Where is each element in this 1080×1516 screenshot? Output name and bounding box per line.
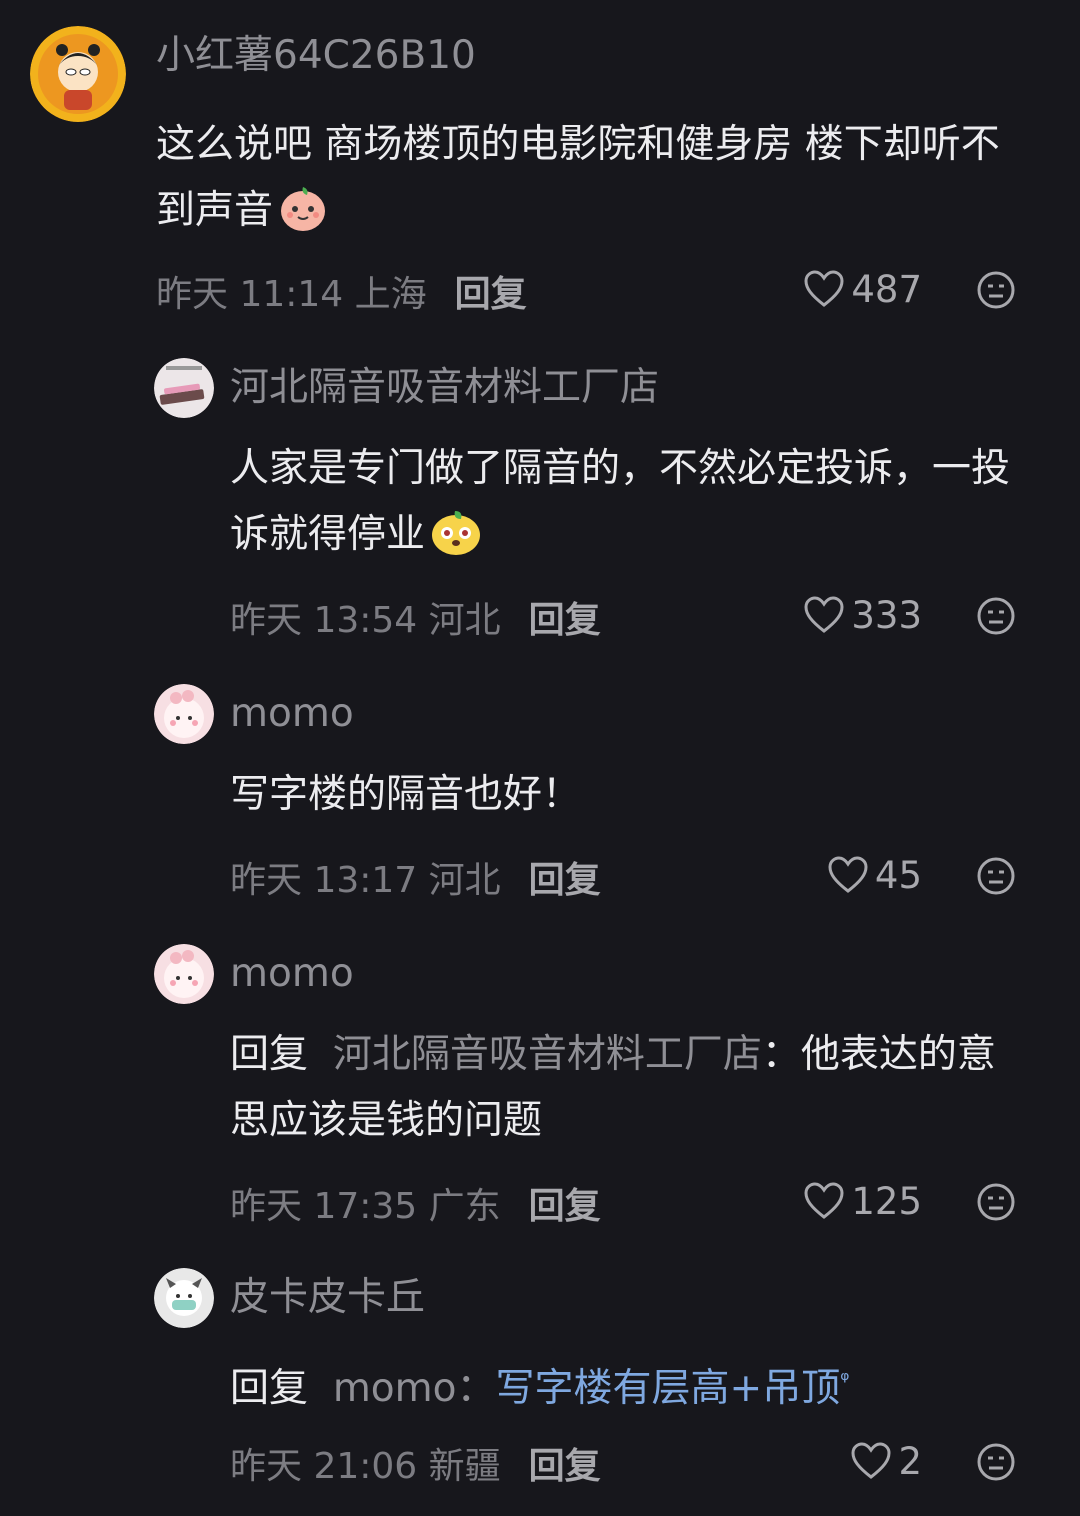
reply-button[interactable]: 回复 [529, 851, 601, 903]
search-magnifier-icon[interactable]: ᵠ [840, 1368, 849, 1393]
username[interactable]: momo [230, 950, 354, 998]
heart-outline-icon [804, 1182, 844, 1219]
comment-location: 河北 [428, 600, 501, 641]
avatar[interactable] [154, 684, 214, 744]
comment-text: 写字楼的隔音也好！ [230, 762, 1080, 828]
username[interactable]: 皮卡皮卡丘 [230, 1274, 425, 1322]
avatar[interactable] [30, 26, 126, 122]
reply-button[interactable]: 回复 [455, 265, 527, 317]
unhappy-face-icon[interactable] [976, 856, 1016, 896]
comment-time: 昨天 13:54 [230, 600, 418, 641]
heart-outline-icon [828, 856, 868, 893]
comment-location: 上海 [354, 274, 427, 315]
like-button[interactable]: 125 [803, 1176, 922, 1226]
comment-text: 人家是专门做了隔音的，不然必定投诉，一投诉就得停业 [230, 436, 1035, 578]
comment-location: 河北 [428, 860, 501, 901]
reply-button[interactable]: 回复 [529, 1437, 601, 1489]
avatar[interactable] [154, 1268, 214, 1328]
reply-prefix: 回复 [230, 1366, 309, 1411]
comment-text: 这么说吧 商场楼顶的电影院和健身房 楼下却听不到声音 [156, 112, 1036, 254]
comment-meta: 昨天 17:35 广东 回复 [230, 1178, 601, 1228]
comment-time: 昨天 21:06 [230, 1446, 418, 1487]
heart-outline-icon [851, 1442, 891, 1479]
comment-time: 昨天 17:35 [230, 1186, 418, 1227]
comment-thread: 小红薯64C26B10 这么说吧 商场楼顶的电影院和健身房 楼下却听不到声音 昨… [0, 0, 1080, 1516]
comment-text-content: 写字楼的隔音也好！ [230, 772, 582, 817]
like-button[interactable]: 333 [803, 590, 922, 640]
peach-face-emoji [277, 181, 329, 254]
comment-meta: 昨天 13:54 河北 回复 [230, 592, 601, 642]
unhappy-face-icon[interactable] [976, 1182, 1016, 1222]
reply-button[interactable]: 回复 [529, 1177, 601, 1229]
search-keyword-link[interactable]: 写字楼有层高+吊顶 [496, 1366, 841, 1411]
unhappy-face-icon[interactable] [976, 270, 1016, 310]
comment-text: 回复 momo：写字楼有层高+吊顶ᵠ [230, 1348, 1080, 1422]
unhappy-face-icon[interactable] [976, 596, 1016, 636]
reply-prefix: 回复 [230, 1032, 309, 1077]
heart-outline-icon [804, 270, 844, 307]
comment-location: 新疆 [428, 1446, 501, 1487]
username[interactable]: 河北隔音吸音材料工厂店 [230, 364, 659, 412]
like-count: 45 [874, 853, 922, 897]
like-count: 125 [851, 1179, 922, 1223]
like-button[interactable]: 45 [827, 850, 922, 900]
comment-location: 广东 [428, 1186, 501, 1227]
like-count: 2 [898, 1439, 922, 1483]
reply-button[interactable]: 回复 [529, 591, 601, 643]
like-count: 333 [851, 593, 922, 637]
comment-time: 昨天 11:14 [156, 274, 344, 315]
avatar[interactable] [154, 358, 214, 418]
comment-text-content: 人家是专门做了隔音的，不然必定投诉，一投诉就得停业 [230, 446, 1011, 557]
mention-link[interactable]: momo [333, 1366, 457, 1411]
username[interactable]: momo [230, 690, 354, 738]
comment-text: 回复 河北隔音吸音材料工厂店：他表达的意思应该是钱的问题 [230, 1022, 1020, 1154]
like-button[interactable]: 2 [850, 1436, 922, 1486]
comment-time: 昨天 13:17 [230, 860, 418, 901]
comment-meta: 昨天 13:17 河北 回复 [230, 852, 601, 902]
comment-meta: 昨天 21:06 新疆 回复 [230, 1438, 601, 1488]
mention-colon: ： [456, 1366, 496, 1411]
username[interactable]: 小红薯64C26B10 [156, 32, 476, 80]
comment-meta: 昨天 11:14 上海 回复 [156, 266, 527, 316]
heart-outline-icon [804, 596, 844, 633]
mention-link[interactable]: 河北隔音吸音材料工厂店 [333, 1032, 762, 1077]
like-button[interactable]: 487 [803, 264, 922, 314]
unhappy-face-icon[interactable] [976, 1442, 1016, 1482]
avatar[interactable] [154, 944, 214, 1004]
like-count: 487 [851, 267, 922, 311]
yellow-dog-emoji [429, 505, 483, 578]
